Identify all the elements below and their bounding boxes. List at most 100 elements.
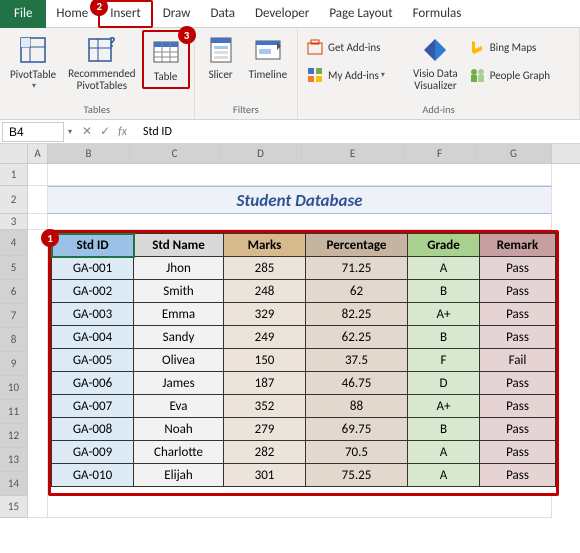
table-cell[interactable]: 62.25 [306, 326, 408, 349]
table-button[interactable]: 3 Table [142, 30, 190, 89]
title-cell[interactable]: Student Database [48, 186, 552, 214]
cell[interactable] [48, 164, 552, 186]
table-cell[interactable]: Pass [480, 418, 556, 441]
row-header[interactable]: 15 [0, 496, 28, 518]
table-cell[interactable]: 70.5 [306, 441, 408, 464]
col-header[interactable]: G [476, 144, 552, 163]
my-addins-button[interactable]: My Add-ins ▾ [302, 64, 407, 86]
table-cell[interactable]: Pass [480, 280, 556, 303]
table-cell[interactable]: Fail [480, 349, 556, 372]
table-cell[interactable]: Jhon [134, 257, 224, 280]
table-cell[interactable]: GA-010 [52, 464, 134, 487]
row-header[interactable]: 7 [0, 304, 28, 328]
cell[interactable] [28, 164, 48, 186]
table-cell[interactable]: Emma [134, 303, 224, 326]
col-header[interactable]: C [130, 144, 220, 163]
table-cell[interactable]: 37.5 [306, 349, 408, 372]
row-header[interactable]: 5 [0, 256, 28, 280]
timeline-button[interactable]: Timeline [243, 30, 293, 85]
tab-data[interactable]: Data [200, 0, 245, 28]
name-box[interactable] [2, 122, 64, 142]
table-cell[interactable]: 62 [306, 280, 408, 303]
cancel-icon[interactable]: ✕ [82, 124, 92, 139]
table-cell[interactable]: 75.25 [306, 464, 408, 487]
tab-formulas[interactable]: Formulas [403, 0, 472, 28]
row-header[interactable]: 2 [0, 186, 28, 214]
table-cell[interactable]: James [134, 372, 224, 395]
table-cell[interactable]: Elijah [134, 464, 224, 487]
table-cell[interactable]: 69.75 [306, 418, 408, 441]
row-header[interactable]: 3 [0, 214, 28, 230]
header-cell[interactable]: Percentage [306, 234, 408, 257]
header-cell[interactable]: Std ID [52, 234, 134, 257]
row-header[interactable]: 12 [0, 424, 28, 448]
table-cell[interactable]: 248 [224, 280, 306, 303]
formula-value[interactable]: Std ID [137, 125, 178, 139]
cell[interactable] [28, 186, 48, 214]
visio-button[interactable]: Visio Data Visualizer [407, 30, 464, 96]
table-cell[interactable]: Pass [480, 303, 556, 326]
cell[interactable] [28, 496, 48, 518]
table-cell[interactable]: GA-005 [52, 349, 134, 372]
tab-insert[interactable]: 2 Insert [98, 0, 153, 28]
table-cell[interactable]: A [408, 257, 480, 280]
cell[interactable] [28, 214, 48, 230]
table-cell[interactable]: 301 [224, 464, 306, 487]
table-cell[interactable]: 71.25 [306, 257, 408, 280]
slicer-button[interactable]: Slicer [199, 30, 243, 85]
table-cell[interactable]: Noah [134, 418, 224, 441]
table-cell[interactable]: A+ [408, 303, 480, 326]
people-graph-button[interactable]: People Graph [464, 64, 554, 86]
table-cell[interactable]: 150 [224, 349, 306, 372]
cell[interactable] [48, 496, 552, 518]
table-cell[interactable]: GA-004 [52, 326, 134, 349]
table-cell[interactable]: B [408, 280, 480, 303]
table-cell[interactable]: GA-002 [52, 280, 134, 303]
col-header[interactable]: D [220, 144, 302, 163]
col-header[interactable]: F [404, 144, 476, 163]
table-cell[interactable]: Pass [480, 395, 556, 418]
table-cell[interactable]: F [408, 349, 480, 372]
select-all-corner[interactable] [0, 144, 28, 163]
enter-icon[interactable]: ✓ [100, 124, 110, 139]
table-cell[interactable]: Olivea [134, 349, 224, 372]
col-header[interactable]: B [48, 144, 130, 163]
table-cell[interactable]: Smith [134, 280, 224, 303]
row-header[interactable]: 14 [0, 472, 28, 496]
table-cell[interactable]: 282 [224, 441, 306, 464]
table-cell[interactable]: A [408, 441, 480, 464]
header-cell[interactable]: Remark [480, 234, 556, 257]
get-addins-button[interactable]: Get Add-ins [302, 36, 407, 58]
table-cell[interactable]: GA-003 [52, 303, 134, 326]
table-cell[interactable]: 88 [306, 395, 408, 418]
header-cell[interactable]: Marks [224, 234, 306, 257]
header-cell[interactable]: Grade [408, 234, 480, 257]
table-cell[interactable]: A [408, 464, 480, 487]
table-cell[interactable]: D [408, 372, 480, 395]
table-cell[interactable]: 46.75 [306, 372, 408, 395]
table-cell[interactable]: 285 [224, 257, 306, 280]
table-cell[interactable]: Charlotte [134, 441, 224, 464]
row-header[interactable]: 13 [0, 448, 28, 472]
table-cell[interactable]: 187 [224, 372, 306, 395]
file-tab[interactable]: File [0, 0, 46, 28]
row-header[interactable]: 8 [0, 328, 28, 352]
table-cell[interactable]: A+ [408, 395, 480, 418]
col-header[interactable]: E [302, 144, 404, 163]
row-header[interactable]: 9 [0, 352, 28, 376]
row-header[interactable]: 11 [0, 400, 28, 424]
bing-maps-button[interactable]: Bing Maps [464, 36, 554, 58]
table-cell[interactable]: 82.25 [306, 303, 408, 326]
col-header[interactable]: A [28, 144, 48, 163]
row-header[interactable]: 4 [0, 230, 28, 256]
cell[interactable] [28, 230, 48, 496]
row-header[interactable]: 1 [0, 164, 28, 186]
table-cell[interactable]: B [408, 326, 480, 349]
data-table[interactable]: Std ID Std Name Marks Percentage Grade R… [51, 233, 556, 487]
table-cell[interactable]: GA-006 [52, 372, 134, 395]
table-cell[interactable]: GA-009 [52, 441, 134, 464]
row-header[interactable]: 6 [0, 280, 28, 304]
table-cell[interactable]: 249 [224, 326, 306, 349]
table-cell[interactable]: GA-001 [52, 257, 134, 280]
tab-draw[interactable]: Draw [153, 0, 201, 28]
